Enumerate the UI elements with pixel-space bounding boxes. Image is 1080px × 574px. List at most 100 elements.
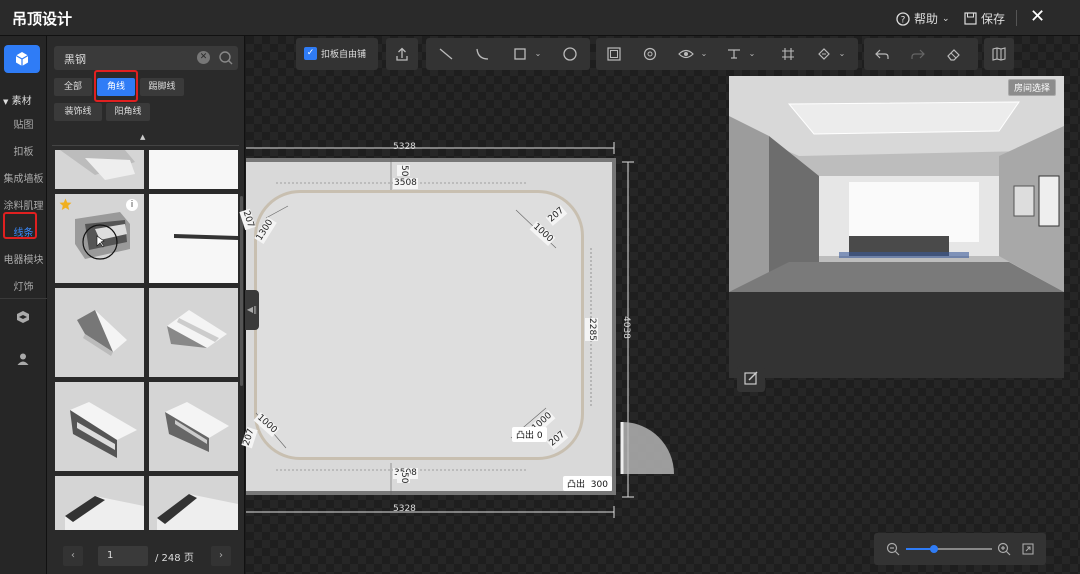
caret-down-icon: ▼ <box>3 98 9 106</box>
info-icon[interactable]: i <box>126 199 138 211</box>
snap-label: 扣板自由铺 <box>321 50 367 60</box>
box-icon[interactable] <box>16 310 30 324</box>
app-title: 吊顶设计 <box>12 10 73 28</box>
divider <box>52 145 239 146</box>
chevron-down-icon: ⌄ <box>942 13 950 24</box>
chevron-down-icon[interactable]: ⌄ <box>530 46 546 62</box>
nav-item-paint[interactable]: 涂料肌理 <box>0 197 47 212</box>
close-icon[interactable]: ✕ <box>1030 6 1045 27</box>
room-select-button[interactable]: 房间选择 <box>1008 79 1057 96</box>
render-image <box>729 76 1064 292</box>
left-nav: ▼ 素材 贴图 扣板 集成墙板 涂料肌理 线条 电器模块 灯饰 <box>0 36 47 574</box>
nav-section-materials[interactable]: ▼ 素材 <box>3 92 32 107</box>
dim-outer-height: 4038 <box>621 316 631 339</box>
molding-thumbnail[interactable] <box>55 476 144 530</box>
dim-inner-height: 2285 <box>585 318 598 341</box>
help-label: 帮助 <box>914 12 939 26</box>
line-tool-icon[interactable] <box>438 46 454 62</box>
help-button[interactable]: ? 帮助 ⌄ <box>896 10 950 27</box>
zoom-out-icon[interactable] <box>886 542 900 556</box>
eraser-icon[interactable] <box>946 46 962 62</box>
door-symbol <box>620 422 674 474</box>
grid-icon[interactable] <box>780 46 796 62</box>
toolbar-map <box>984 38 1014 70</box>
dim-outer-width-bottom: 5328 <box>393 504 416 514</box>
molding-thumbnail[interactable] <box>149 150 238 189</box>
material-category-button[interactable] <box>4 45 40 73</box>
chevron-down-icon[interactable]: ⌄ <box>834 46 850 62</box>
arc-tool-icon[interactable] <box>474 46 490 62</box>
preview-3d[interactable]: 房间选择 <box>729 76 1064 378</box>
molding-thumbnail[interactable] <box>55 288 144 377</box>
search-value: 黑钢 <box>64 53 86 66</box>
rect-tool-icon[interactable] <box>512 46 528 62</box>
dim-outer-width-top: 5328 <box>393 142 416 152</box>
bump-outer-tag[interactable]: 凸出 300 <box>563 476 612 491</box>
nav-item-electrical[interactable]: 电器模块 <box>0 251 47 266</box>
tab-decorative-line[interactable]: 装饰线 <box>54 103 102 121</box>
save-icon <box>964 12 977 25</box>
highlight-box <box>94 70 138 102</box>
next-page-button[interactable]: › <box>211 546 231 566</box>
prev-page-button[interactable]: ‹ <box>63 546 83 566</box>
bump-inner-tag[interactable]: 凸出 0 <box>512 427 547 442</box>
search-input[interactable]: 黑钢 ✕ <box>54 46 238 70</box>
nav-item-wall-panel[interactable]: 集成墙板 <box>0 170 47 185</box>
page-input[interactable]: 1 <box>98 546 148 566</box>
redo-icon[interactable] <box>910 46 926 62</box>
paint-bucket-icon[interactable] <box>816 46 832 62</box>
page-total: / 248 页 <box>155 553 194 564</box>
user-icon[interactable] <box>16 352 30 366</box>
nav-item-lighting[interactable]: 灯饰 <box>0 278 47 293</box>
pagination: ‹ 1 / 248 页 › <box>54 546 238 566</box>
edit-icon[interactable] <box>737 366 765 392</box>
search-icon[interactable] <box>216 48 236 68</box>
frame-icon[interactable] <box>606 46 622 62</box>
zoom-in-icon[interactable] <box>997 542 1011 556</box>
clear-icon[interactable]: ✕ <box>197 51 210 64</box>
molding-thumbnail-selected[interactable]: i <box>55 194 144 283</box>
snap-checkbox[interactable]: ✓ <box>304 47 317 60</box>
fit-view-icon[interactable] <box>1021 542 1035 556</box>
toolbar-view: ⌄ ⌄ ⌄ <box>596 38 858 70</box>
molding-thumbnail[interactable] <box>55 382 144 471</box>
chevron-down-icon[interactable]: ⌄ <box>696 46 712 62</box>
save-button[interactable]: 保存 <box>964 10 1005 27</box>
molding-thumbnail[interactable] <box>149 288 238 377</box>
molding-thumbnail[interactable] <box>149 476 238 530</box>
tab-corner-line[interactable]: 阳角线 <box>106 103 150 121</box>
tab-baseboard[interactable]: 踢脚线 <box>140 78 184 96</box>
svg-text:?: ? <box>901 15 906 25</box>
star-icon[interactable] <box>59 198 72 211</box>
upload-icon[interactable] <box>394 46 410 62</box>
help-icon: ? <box>896 11 910 26</box>
top-bar: 吊顶设计 ? 帮助 ⌄ 保存 ✕ <box>0 0 1080 36</box>
divider <box>1016 10 1017 26</box>
circle-tool-icon[interactable] <box>562 46 578 62</box>
molding-thumbnail[interactable] <box>149 194 238 283</box>
undo-icon[interactable] <box>874 46 890 62</box>
dim-offset-bottom: 50 <box>397 472 410 484</box>
toolbar-draw: ⌄ <box>426 38 590 70</box>
eye-icon[interactable] <box>678 46 694 62</box>
zoom-control <box>874 533 1046 565</box>
map-icon[interactable] <box>991 46 1007 62</box>
highlight-box <box>3 212 37 239</box>
material-panel: 黑钢 ✕ 全部 角线 踢脚线 装饰线 阳角线 ▲ i ‹ 1 / 248 页 › <box>47 36 245 574</box>
tab-all[interactable]: 全部 <box>54 78 92 96</box>
toolbar-upload <box>386 38 418 70</box>
dim-offset-top: 50 <box>397 165 410 177</box>
search-zoom-icon[interactable] <box>642 46 658 62</box>
collapse-panel-handle[interactable]: ◀‖ <box>245 290 259 330</box>
nav-item-panel[interactable]: 扣板 <box>0 143 47 158</box>
cube-icon <box>15 52 29 66</box>
toolbar-history <box>864 38 978 70</box>
molding-thumbnail[interactable] <box>55 150 144 189</box>
align-icon[interactable] <box>726 46 742 62</box>
molding-thumbnail[interactable] <box>149 382 238 471</box>
nav-divider <box>0 298 47 299</box>
scroll-up-icon[interactable]: ▲ <box>140 133 145 141</box>
zoom-slider-handle[interactable] <box>930 545 938 553</box>
chevron-down-icon[interactable]: ⌄ <box>744 46 760 62</box>
nav-item-texture[interactable]: 贴图 <box>0 116 47 131</box>
